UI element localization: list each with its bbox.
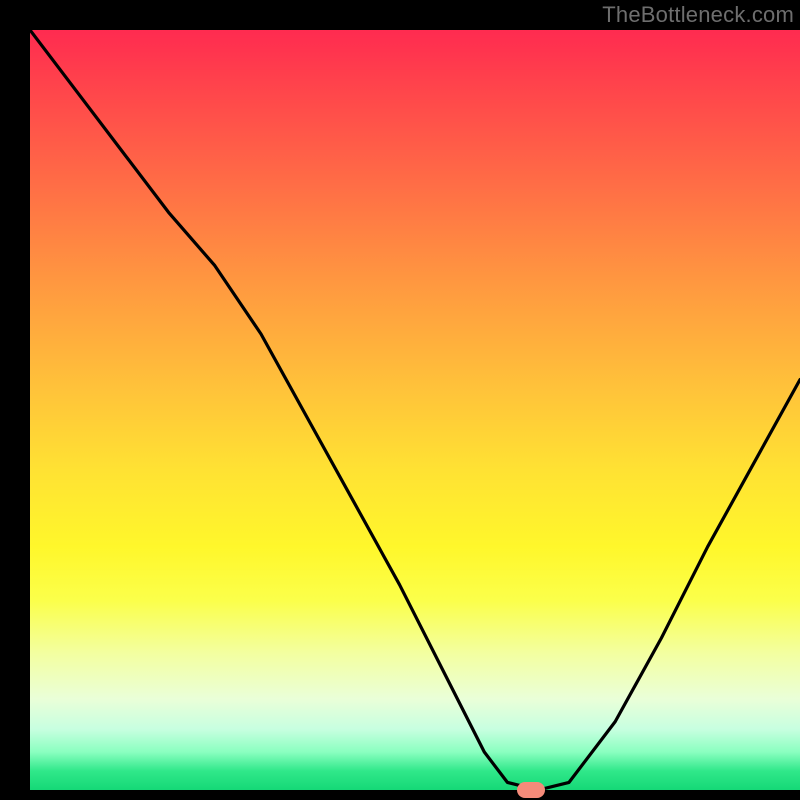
bottom-axis-border [0, 790, 800, 800]
chart-container: TheBottleneck.com [0, 0, 800, 800]
watermark-label: TheBottleneck.com [602, 2, 794, 28]
bottleneck-curve [30, 30, 800, 790]
optimal-point-marker [517, 782, 545, 798]
plot-area [30, 30, 800, 790]
left-axis-border [0, 0, 30, 800]
